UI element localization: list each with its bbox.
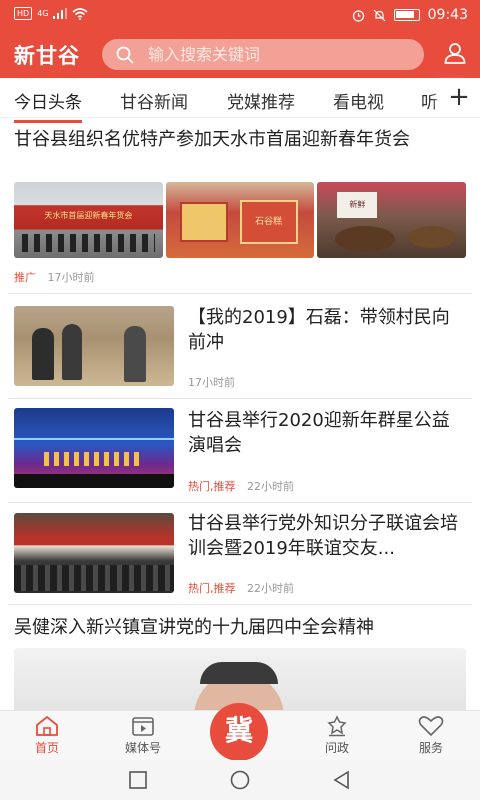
nav-home[interactable]: 首页 [12, 715, 82, 756]
divider [8, 293, 472, 294]
home-icon [36, 715, 58, 736]
article-tag: 推广 [14, 271, 36, 284]
product-label: 新鲜 [337, 192, 378, 218]
article-time: 17小时前 [188, 376, 235, 389]
tab-gangu-news[interactable]: 甘谷新闻 [120, 88, 188, 113]
app-logo: 新甘谷 [14, 44, 80, 68]
person-figure [124, 326, 146, 382]
article-title[interactable]: 吴健深入新兴镇宣讲党的十九届四中全会精神 [14, 615, 466, 640]
hd-badge: HD [14, 7, 33, 20]
news-feed[interactable]: 甘谷县组织名优特产参加天水市首届迎新春年货会 天水市首届迎新春年货会 石谷糕 新… [0, 118, 480, 710]
people-row [22, 234, 155, 252]
nav-media-label: 媒体号 [124, 741, 161, 755]
signal-icon [53, 8, 68, 19]
article-meta: 17小时前 [188, 374, 235, 390]
home-circle-icon[interactable] [229, 770, 251, 790]
article-image-portrait[interactable] [14, 648, 466, 710]
wifi-icon [72, 7, 89, 20]
article-image-products: 石谷糕 [165, 182, 315, 258]
article-thumbnail[interactable] [14, 513, 174, 593]
portrait-hair [200, 662, 278, 684]
nav-service[interactable]: 服务 [396, 715, 466, 756]
article-image-strip[interactable]: 天水市首届迎新春年货会 石谷糕 新鲜 [14, 182, 467, 258]
stage-light [14, 438, 174, 440]
clock: 09:43 [427, 7, 468, 23]
system-nav-bar [0, 760, 480, 800]
audience [14, 474, 174, 488]
bottom-nav: 首页 媒体号 冀 问政 服务 [0, 703, 480, 761]
performers-row [44, 452, 144, 466]
article-meta: 热门,推荐 22小时前 [188, 478, 294, 494]
mute-bell-icon [373, 9, 386, 21]
article-title[interactable]: 【我的2019】石磊：带领村民向前冲 [188, 305, 464, 355]
article-time: 17小时前 [47, 271, 95, 284]
article-time: 22小时前 [247, 582, 294, 595]
nav-politics-label: 问政 [324, 741, 349, 755]
article-image-goods: 新鲜 [317, 182, 467, 258]
person-figure [32, 328, 54, 380]
article-title[interactable]: 甘谷县举行党外知识分子联谊会培训会暨2019年联谊交友... [188, 511, 464, 561]
center-action-button[interactable]: 冀 [210, 703, 268, 761]
nav-media[interactable]: 媒体号 [108, 715, 178, 756]
user-icon[interactable] [444, 42, 466, 64]
nav-politics[interactable]: 问政 [302, 715, 372, 756]
article-thumbnail[interactable] [14, 408, 174, 488]
article-tag: 热门,推荐 [188, 582, 236, 595]
article-title[interactable]: 甘谷县组织名优特产参加天水市首届迎新春年货会 [14, 127, 466, 152]
heart-hand-icon [418, 716, 444, 737]
tab-party-media[interactable]: 党媒推荐 [227, 88, 295, 113]
back-icon[interactable] [332, 770, 352, 790]
article-image-expo: 天水市首届迎新春年货会 [14, 182, 163, 258]
product-box: 石谷糕 [239, 200, 298, 244]
pepper-bowl [408, 226, 457, 248]
person-figure [62, 324, 82, 380]
divider [8, 604, 472, 605]
article-title[interactable]: 甘谷县举行2020迎新年群星公益演唱会 [188, 408, 464, 458]
category-tabs: 今日头条 甘谷新闻 党媒推荐 看电视 听 + [0, 78, 480, 123]
app-header: 新甘谷 [0, 30, 480, 78]
alarm-icon [352, 9, 364, 22]
tab-headlines[interactable]: 今日头条 [14, 88, 82, 123]
article-meta: 推广 17小时前 [14, 269, 95, 285]
article-tag: 热门,推荐 [188, 480, 236, 493]
nav-service-label: 服务 [418, 741, 443, 755]
search-bar[interactable] [102, 39, 424, 70]
tab-listen[interactable]: 听 [421, 88, 438, 113]
article-thumbnail[interactable] [14, 306, 174, 386]
product-box [179, 202, 228, 242]
status-bar: HD 4G 09:43 [0, 0, 480, 30]
search-icon [116, 46, 134, 64]
video-icon [132, 717, 154, 736]
add-channel-icon[interactable]: + [446, 84, 472, 110]
divider [8, 502, 472, 503]
article-time: 22小时前 [247, 480, 294, 493]
expo-banner-text: 天水市首届迎新春年货会 [44, 211, 133, 220]
pepper-bowl [335, 226, 396, 252]
battery-icon [393, 9, 420, 21]
recents-icon[interactable] [128, 770, 148, 790]
nav-home-label: 首页 [34, 741, 59, 755]
network-type: 4G [37, 9, 49, 18]
tab-watch-tv[interactable]: 看电视 [333, 88, 384, 113]
attendees-row [14, 565, 174, 591]
question-person-icon [327, 715, 347, 737]
search-input[interactable] [148, 43, 408, 66]
divider [8, 398, 472, 399]
article-meta: 热门,推荐 22小时前 [188, 580, 294, 596]
